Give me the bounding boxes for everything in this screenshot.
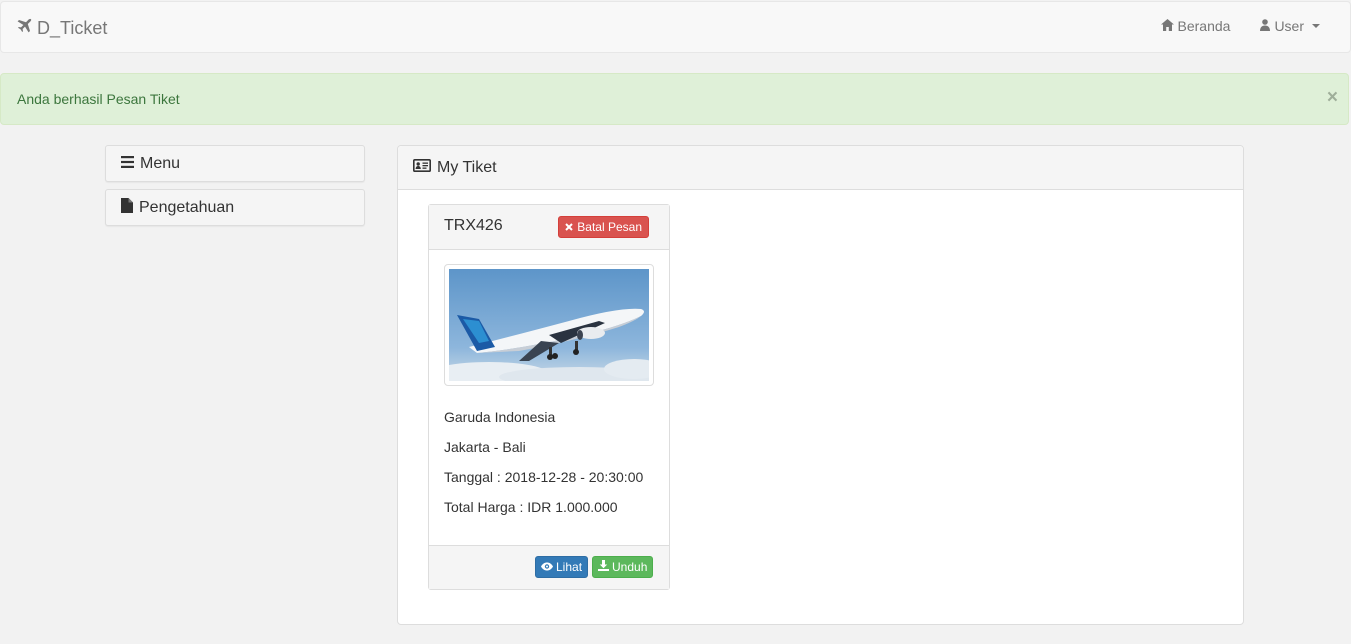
departure-date: Tanggal : 2018-12-28 - 20:30:00 bbox=[444, 469, 644, 485]
sidebar-item-label: Menu bbox=[140, 154, 181, 172]
navbar: D_Ticket Beranda User bbox=[0, 1, 1351, 53]
ticket-card: TRX426 Batal Pesan Garuda Indonesia Jaka… bbox=[428, 204, 670, 590]
id-card-icon bbox=[413, 158, 431, 177]
panel-heading: My Tiket bbox=[398, 146, 1243, 190]
eye-icon bbox=[541, 560, 553, 574]
home-icon bbox=[1160, 18, 1174, 34]
download-ticket-label: Unduh bbox=[612, 560, 648, 574]
sidebar-item-label: Pengetahuan bbox=[139, 198, 235, 216]
download-icon bbox=[598, 560, 609, 574]
brand-label: D_Ticket bbox=[37, 17, 108, 38]
view-ticket-button[interactable]: Lihat bbox=[535, 556, 589, 578]
sidebar-item-pengetahuan[interactable]: Pengetahuan bbox=[105, 189, 365, 226]
cancel-booking-label: Batal Pesan bbox=[577, 220, 642, 234]
airplane-image bbox=[444, 264, 654, 386]
file-icon bbox=[121, 197, 133, 218]
success-alert: Anda berhasil Pesan Tiket × bbox=[0, 73, 1349, 125]
panel-title: My Tiket bbox=[437, 158, 497, 176]
bars-icon bbox=[121, 155, 134, 173]
nav-beranda[interactable]: Beranda bbox=[1160, 18, 1231, 34]
download-ticket-button[interactable]: Unduh bbox=[592, 556, 654, 578]
times-icon bbox=[565, 220, 573, 234]
nav-beranda-label: Beranda bbox=[1177, 18, 1231, 34]
total-price: Total Harga : IDR 1.000.000 bbox=[444, 499, 618, 515]
alert-message: Anda berhasil Pesan Tiket bbox=[17, 91, 180, 107]
airline-name: Garuda Indonesia bbox=[444, 409, 556, 425]
nav-user-label: User bbox=[1274, 18, 1304, 34]
plane-icon bbox=[16, 18, 32, 39]
view-ticket-label: Lihat bbox=[556, 560, 583, 574]
ticket-footer: Lihat Unduh bbox=[429, 545, 669, 589]
my-ticket-panel: My Tiket TRX426 Batal Pesan Garuda Indon… bbox=[397, 145, 1244, 625]
sidebar-item-menu[interactable]: Menu bbox=[105, 145, 365, 182]
cancel-booking-button[interactable]: Batal Pesan bbox=[558, 216, 649, 238]
ticket-header: TRX426 Batal Pesan bbox=[429, 205, 669, 250]
brand-link[interactable]: D_Ticket bbox=[16, 17, 107, 39]
nav-user-dropdown[interactable]: User bbox=[1260, 18, 1320, 34]
user-icon bbox=[1260, 18, 1271, 34]
close-icon[interactable]: × bbox=[1327, 88, 1338, 108]
ticket-code: TRX426 bbox=[444, 217, 503, 234]
caret-down-icon bbox=[1312, 24, 1320, 28]
route: Jakarta - Bali bbox=[444, 439, 526, 455]
